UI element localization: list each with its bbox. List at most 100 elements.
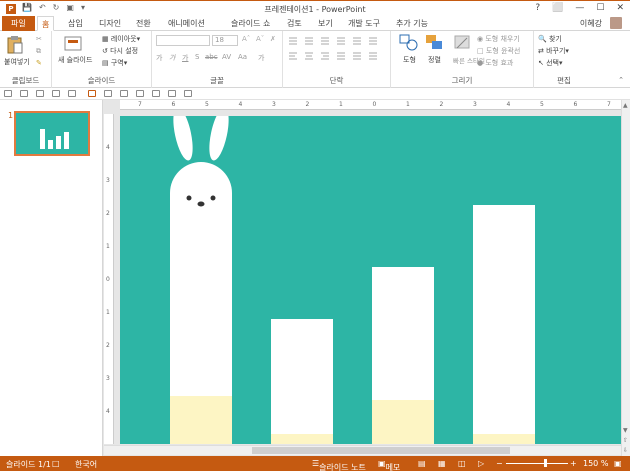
toolbar-icon-10[interactable]: [152, 90, 160, 97]
italic-button[interactable]: 가: [169, 53, 175, 63]
shape-fill-button[interactable]: ◉ 도형 채우기: [477, 34, 520, 44]
tab-home[interactable]: 홈: [37, 16, 55, 31]
tab-review[interactable]: 검토: [287, 16, 302, 31]
font-name-combo[interactable]: [156, 35, 210, 46]
reading-view-icon[interactable]: ◫: [458, 459, 466, 468]
close-button[interactable]: ✕: [616, 3, 624, 13]
tab-view[interactable]: 보기: [318, 16, 333, 31]
fit-slide-icon[interactable]: ▣: [614, 459, 622, 468]
underline-button[interactable]: 가: [182, 53, 188, 63]
select-button[interactable]: ↖ 선택▾: [538, 58, 563, 68]
new-slide-button[interactable]: 새 슬라이드: [58, 55, 92, 65]
tab-design[interactable]: 디자인: [99, 16, 121, 31]
change-case-button[interactable]: Aa: [238, 53, 247, 61]
ribbon-display-options-button[interactable]: ⬜: [552, 3, 563, 13]
shapes-icon[interactable]: [399, 34, 419, 52]
horizontal-scrollbar[interactable]: [104, 445, 621, 455]
toolbar-icon-5[interactable]: [68, 90, 76, 97]
chart-bar-3[interactable]: [372, 267, 434, 444]
shadow-button[interactable]: S: [195, 53, 199, 61]
toolbar-icon-11[interactable]: [168, 90, 176, 97]
toolbar-icon-12[interactable]: [184, 90, 192, 97]
toolbar-icon-1[interactable]: [4, 90, 12, 97]
tab-insert[interactable]: 삽입: [68, 16, 83, 31]
toolbar-icon-9[interactable]: [136, 90, 144, 97]
find-button[interactable]: 🔍 찾기: [538, 34, 562, 44]
toolbar-icon-2[interactable]: [20, 90, 28, 97]
arrange-button[interactable]: 정렬: [428, 55, 441, 65]
replace-button[interactable]: ⇄ 바꾸기▾: [538, 46, 569, 56]
scroll-up-icon[interactable]: ▲: [623, 102, 628, 109]
arrange-icon[interactable]: [425, 34, 445, 52]
shrink-font-icon[interactable]: Aˇ: [256, 35, 264, 43]
scroll-down-icon[interactable]: ▼: [623, 427, 628, 434]
zoom-slider-thumb[interactable]: [544, 459, 547, 467]
avatar[interactable]: [610, 17, 622, 29]
normal-view-icon[interactable]: ▤: [418, 459, 426, 468]
zoom-out-icon[interactable]: −: [496, 459, 503, 468]
zoom-slider[interactable]: [506, 463, 568, 464]
paste-icon[interactable]: [6, 35, 24, 55]
scroll-thumb[interactable]: [252, 447, 510, 454]
editing-label: 편집: [557, 76, 571, 85]
chart-bar-2[interactable]: [271, 319, 333, 444]
notes-button[interactable]: ☰ 슬라이드 노트: [312, 459, 366, 472]
shape-effects-label: 도형 효과: [485, 59, 514, 67]
shape-outline-button[interactable]: □ 도형 윤곽선: [477, 46, 520, 56]
cut-icon[interactable]: ✂: [36, 35, 42, 43]
quick-styles-icon[interactable]: [453, 34, 473, 52]
vertical-scrollbar[interactable]: ▲ ▼ ⇧ ⇩: [621, 100, 630, 456]
shape-effects-button[interactable]: ● 도형 효과: [477, 58, 513, 68]
font-size-combo[interactable]: 18: [212, 35, 238, 46]
vruler-tick: 0: [106, 276, 110, 283]
tab-transitions[interactable]: 전환: [136, 16, 151, 31]
tab-addins[interactable]: 추가 기능: [396, 16, 428, 31]
zoom-level[interactable]: 150 %: [583, 459, 608, 468]
font-color-button[interactable]: 가: [258, 53, 264, 63]
shapes-button[interactable]: 도형: [403, 55, 416, 65]
copy-icon[interactable]: ⧉: [36, 47, 41, 56]
user-name[interactable]: 이혜강: [580, 18, 602, 29]
pointer-icon[interactable]: [88, 90, 96, 97]
tab-file[interactable]: 파일: [2, 16, 35, 31]
prev-slide-icon[interactable]: ⇧: [623, 437, 628, 444]
slideshow-view-icon[interactable]: ▷: [478, 459, 484, 468]
format-painter-icon[interactable]: ✎: [36, 59, 42, 67]
maximize-button[interactable]: ☐: [596, 3, 604, 13]
chart-bar-4[interactable]: [473, 205, 535, 444]
section-button[interactable]: ▤ 구역▾: [102, 58, 127, 68]
reset-button[interactable]: ↺ 다시 설정: [102, 46, 138, 56]
slide-thumbnail[interactable]: [14, 111, 90, 156]
tab-developer[interactable]: 개발 도구: [348, 16, 380, 31]
language[interactable]: 한국어: [75, 459, 97, 470]
toolbar-icon-8[interactable]: [120, 90, 128, 97]
bold-button[interactable]: 가: [156, 53, 162, 63]
char-spacing-button[interactable]: AV: [222, 53, 231, 61]
horizontal-ruler: 7 6 5 4 3 2 1 0 1 2 3 4 5 6 7: [120, 100, 621, 110]
minimize-button[interactable]: —: [575, 3, 584, 13]
layout-button[interactable]: ▦ 레이아웃▾: [102, 34, 140, 44]
hruler-tick: 5: [540, 101, 544, 108]
next-slide-icon[interactable]: ⇩: [623, 447, 628, 454]
new-slide-icon[interactable]: [64, 35, 82, 53]
clear-format-icon[interactable]: ✗: [270, 35, 276, 43]
paste-button[interactable]: 붙여넣기: [4, 57, 30, 67]
paragraph-icons[interactable]: [287, 35, 387, 65]
slide-thumbnail-pane: 1: [0, 100, 103, 456]
grow-font-icon[interactable]: Aˆ: [242, 35, 250, 43]
toolbar-icon-7[interactable]: [104, 90, 112, 97]
strikethrough-button[interactable]: abc: [205, 53, 218, 61]
zoom-in-icon[interactable]: +: [570, 459, 577, 468]
collapse-ribbon-icon[interactable]: ⌃: [618, 76, 624, 84]
layout-label: 레이아웃: [110, 35, 137, 43]
tab-animations[interactable]: 애니메이션: [168, 16, 205, 31]
toolbar-icon-3[interactable]: [36, 90, 44, 97]
slide-sorter-icon[interactable]: ▦: [438, 459, 446, 468]
hruler-tick: 0: [372, 101, 377, 108]
slide-canvas[interactable]: [120, 116, 621, 444]
spell-check-icon[interactable]: □: [52, 459, 60, 468]
comments-button[interactable]: ▣ 메모: [378, 459, 400, 472]
toolbar-icon-4[interactable]: [52, 90, 60, 97]
tab-slideshow[interactable]: 슬라이드 쇼: [231, 16, 270, 31]
help-button[interactable]: ?: [535, 3, 540, 13]
